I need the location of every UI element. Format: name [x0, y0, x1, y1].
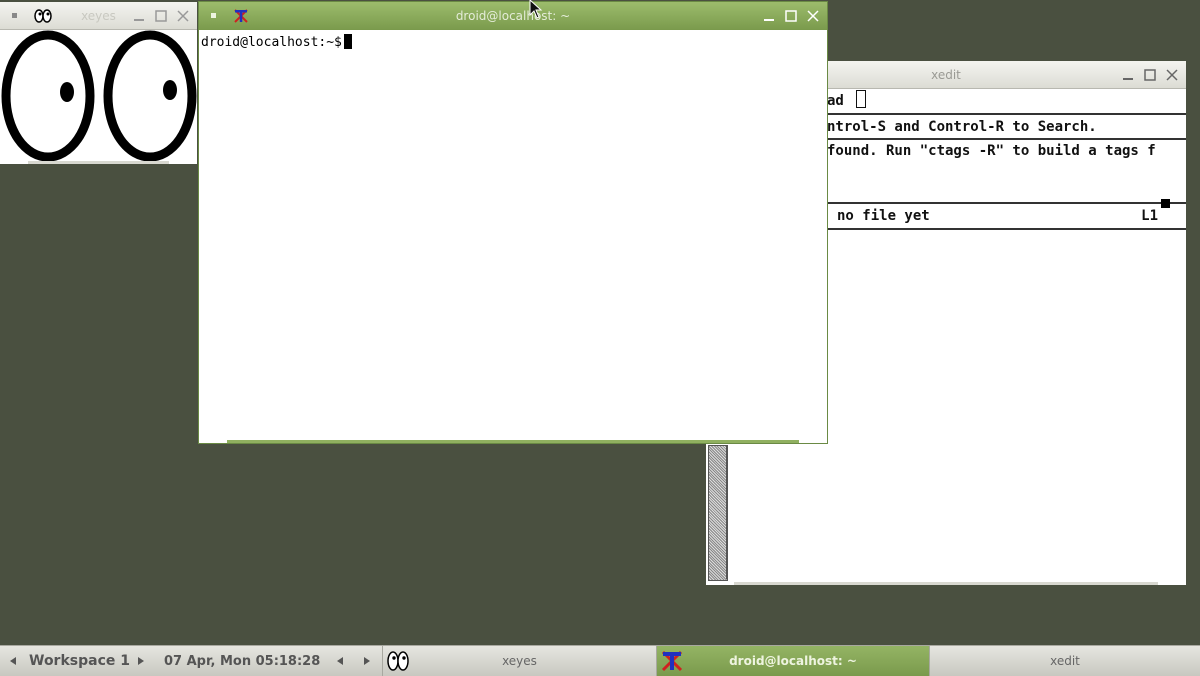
minimize-button[interactable]	[129, 6, 149, 26]
task-next-button[interactable]	[362, 646, 372, 676]
terminal-resize-handle[interactable]	[227, 440, 799, 443]
task-terminal[interactable]: droid@localhost: ~	[656, 646, 929, 676]
xedit-status: no file yet	[837, 208, 930, 224]
xedit-message-2: found. Run "ctags -R" to build a tags f	[827, 143, 1156, 159]
maximize-button[interactable]	[1140, 65, 1160, 85]
close-button[interactable]	[1162, 65, 1182, 85]
task-xedit[interactable]: xedit	[929, 646, 1200, 676]
minimize-button[interactable]	[1118, 65, 1138, 85]
workspace-prev-button[interactable]	[8, 646, 18, 676]
xeyes-icon	[387, 651, 409, 671]
taskbar: Workspace 1 07 Apr, Mon 05:18:28 xeyes d…	[0, 645, 1200, 676]
xedit-status-row: no file yet L1	[827, 204, 1186, 230]
close-button[interactable]	[173, 6, 193, 26]
xterm-icon	[661, 650, 683, 672]
minimize-button[interactable]	[759, 6, 779, 26]
task-label: xedit	[1050, 654, 1080, 668]
maximize-button[interactable]	[151, 6, 171, 26]
text-cursor	[856, 90, 867, 108]
window-menu-icon	[12, 13, 17, 18]
maximize-button[interactable]	[781, 6, 801, 26]
minimize-icon	[1123, 78, 1133, 80]
close-icon	[1166, 69, 1178, 81]
close-button[interactable]	[803, 6, 823, 26]
terminal-cursor	[343, 34, 352, 49]
terminal-titlebar[interactable]: droid@localhost: ~	[199, 2, 827, 30]
arrow-left-icon	[337, 657, 343, 665]
maximize-icon	[785, 10, 797, 22]
maximize-icon	[1144, 69, 1156, 81]
workspace-next-button[interactable]	[136, 646, 146, 676]
task-prev-button[interactable]	[335, 646, 345, 676]
task-xeyes[interactable]: xeyes	[382, 646, 656, 676]
mouse-pointer-icon	[529, 0, 543, 19]
terminal-title: droid@localhost: ~	[455, 9, 571, 23]
xedit-message-1: ntrol-S and Control-R to Search.	[827, 115, 1186, 140]
workspace-label: Workspace 1	[29, 653, 130, 669]
xterm-icon	[234, 9, 248, 23]
terminal-window[interactable]: droid@localhost: ~ droid@localhost:~$	[198, 1, 828, 444]
task-label: droid@localhost: ~	[729, 654, 857, 668]
xeyes-resize-handle[interactable]	[28, 161, 169, 164]
arrow-right-icon	[364, 657, 370, 665]
maximize-icon	[155, 10, 167, 22]
xedit-resize-handle[interactable]	[734, 582, 1158, 585]
xeyes-titlebar[interactable]: xeyes	[0, 2, 197, 30]
terminal-content[interactable]: droid@localhost:~$	[199, 30, 827, 439]
minimize-icon	[134, 19, 144, 21]
close-icon	[807, 10, 819, 22]
eyes-graphic	[1, 30, 197, 162]
xedit-text-border	[726, 445, 727, 579]
arrow-left-icon	[10, 657, 16, 665]
xedit-filename-row[interactable]: ad	[827, 90, 1186, 115]
arrow-right-icon	[138, 657, 144, 665]
xedit-filename-field[interactable]: ad	[827, 93, 844, 109]
terminal-prompt: droid@localhost:~$	[201, 35, 342, 50]
task-label: xeyes	[502, 654, 537, 668]
clock: 07 Apr, Mon 05:18:28	[164, 653, 321, 669]
close-icon	[177, 10, 189, 22]
xeyes-canvas	[0, 30, 197, 164]
xedit-line-indicator: L1	[1141, 208, 1158, 224]
minimize-icon	[764, 19, 774, 21]
window-menu-icon	[211, 13, 216, 18]
xeyes-icon	[34, 9, 52, 23]
xeyes-window[interactable]: xeyes	[0, 2, 197, 164]
xedit-scrollbar[interactable]	[708, 445, 728, 581]
